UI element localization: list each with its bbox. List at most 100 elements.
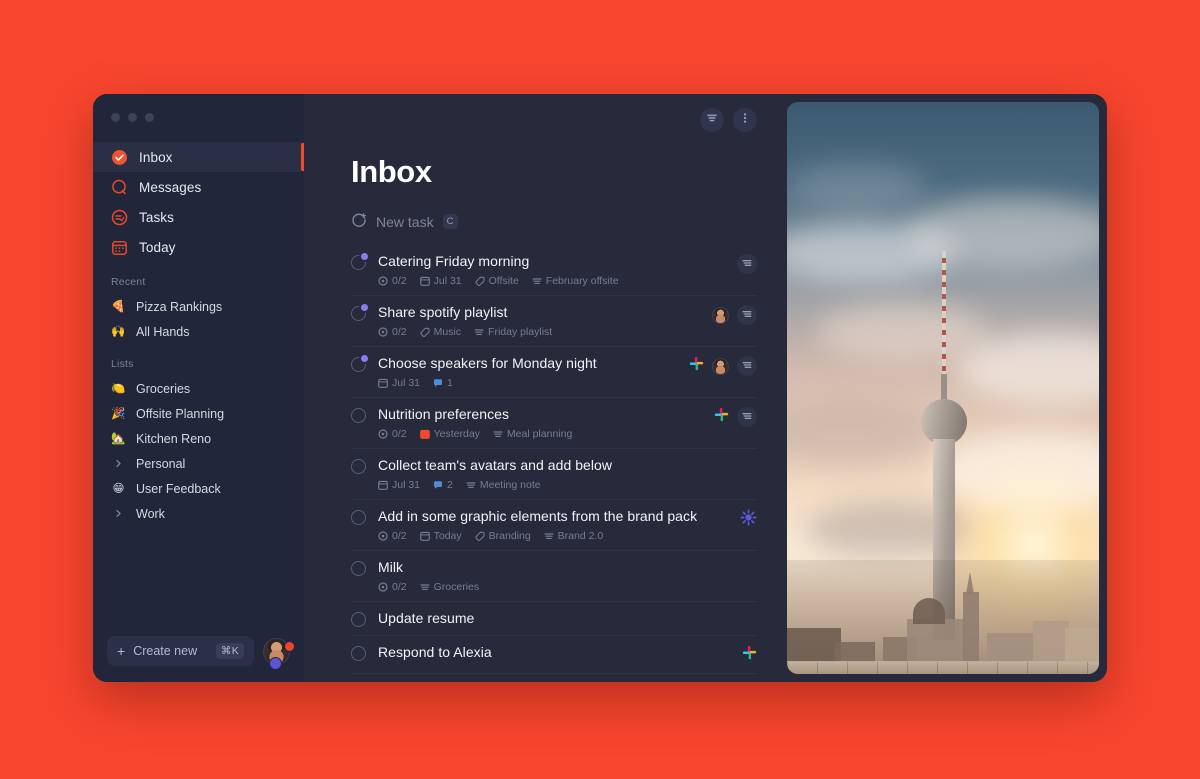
task-meta-label: Jul 31 bbox=[433, 275, 462, 287]
sidebar-item-tasks[interactable]: Tasks bbox=[93, 202, 304, 232]
slack-icon[interactable] bbox=[742, 645, 757, 665]
slack-icon[interactable] bbox=[714, 407, 729, 427]
chevron-right-icon[interactable] bbox=[111, 459, 126, 468]
task-meta-label: Today bbox=[433, 530, 462, 542]
task-meta: 0/2 Music Friday playlist bbox=[378, 326, 700, 338]
sidebar-recent-pizza-rankings[interactable]: 🍕 Pizza Rankings bbox=[93, 294, 304, 319]
sidebar-item-inbox[interactable]: Inbox bbox=[93, 142, 304, 172]
house-icon: 🏡 bbox=[111, 430, 126, 445]
task-body: Milk 0/2 Groceries bbox=[378, 559, 757, 593]
new-task-shortcut: C bbox=[442, 214, 458, 229]
sidebar-item-label: Tasks bbox=[139, 209, 175, 225]
add-task-circle-icon bbox=[351, 212, 367, 231]
task-meta-date: Jul 31 bbox=[419, 275, 462, 287]
tower-antenna-mast bbox=[941, 250, 946, 374]
task-meta-label: Music bbox=[433, 326, 462, 338]
sidebar: Inbox Messages Tasks Today Recent 🍕 Pizz… bbox=[93, 94, 304, 682]
task-body: Update resume bbox=[378, 610, 757, 627]
task-row[interactable]: Collect team's avatars and add below Jul … bbox=[351, 449, 757, 500]
task-checkbox[interactable] bbox=[351, 459, 366, 474]
task-meta-tag: Branding bbox=[475, 530, 531, 542]
row-menu-button[interactable] bbox=[737, 254, 757, 274]
row-menu-button[interactable] bbox=[737, 356, 757, 376]
subtask-icon bbox=[378, 582, 388, 592]
berlin-tv-tower-sunset-photo[interactable] bbox=[787, 102, 1099, 674]
sidebar-list-kitchen-reno[interactable]: 🏡 Kitchen Reno bbox=[93, 426, 304, 451]
grinning-face-icon: 😁 bbox=[112, 480, 125, 495]
task-row[interactable]: Share spotify playlist 0/2 Music Friday pla… bbox=[351, 296, 757, 347]
sidebar-list-offsite-planning[interactable]: 🎉 Offsite Planning bbox=[93, 401, 304, 426]
task-checkbox[interactable] bbox=[351, 408, 366, 423]
filter-button[interactable] bbox=[700, 108, 724, 132]
avatar[interactable] bbox=[263, 637, 295, 670]
more-options-button[interactable] bbox=[733, 108, 757, 132]
sidebar-item-messages[interactable]: Messages bbox=[93, 172, 304, 202]
task-title: Collect team's avatars and add below bbox=[378, 457, 613, 473]
new-task-button[interactable]: New task C bbox=[304, 190, 787, 231]
task-row[interactable]: Respond to Alexia bbox=[351, 636, 757, 674]
calendar-icon bbox=[378, 480, 388, 490]
page-title: Inbox bbox=[351, 154, 432, 189]
task-meta-tag: Offsite bbox=[475, 275, 519, 287]
task-row[interactable]: Choose speakers for Monday night Jul 31 1 bbox=[351, 347, 757, 398]
task-body: Add in some graphic elements from the br… bbox=[378, 508, 728, 542]
row-menu-icon bbox=[742, 357, 752, 375]
create-new-label: Create new bbox=[133, 644, 198, 658]
task-row[interactable]: Milk 0/2 Groceries bbox=[351, 551, 757, 602]
task-checkbox[interactable] bbox=[351, 612, 366, 627]
slack-icon[interactable] bbox=[689, 356, 704, 376]
row-menu-button[interactable] bbox=[737, 305, 757, 325]
chevron-right-icon[interactable] bbox=[111, 509, 126, 518]
sidebar-item-today[interactable]: Today bbox=[93, 232, 304, 262]
task-meta-subtask: 0/2 bbox=[378, 581, 407, 593]
create-new-button[interactable]: + Create new ⌘K bbox=[107, 636, 254, 666]
task-title: Catering Friday morning bbox=[378, 253, 530, 269]
close-button[interactable] bbox=[111, 112, 120, 122]
task-body: Catering Friday morning 0/2 Jul 31 Offsite F… bbox=[378, 253, 725, 287]
task-meta-label: 0/2 bbox=[392, 530, 407, 542]
inbox-check-icon bbox=[111, 149, 128, 166]
task-meta: 0/2 Jul 31 Offsite February offsite bbox=[378, 275, 725, 287]
sidebar-list-user-feedback[interactable]: 😁 User Feedback bbox=[93, 476, 304, 501]
task-meta-label: Jul 31 bbox=[392, 377, 421, 389]
task-meta-subtask: 0/2 bbox=[378, 326, 407, 338]
task-checkbox[interactable] bbox=[351, 304, 368, 321]
task-row-actions bbox=[689, 356, 757, 376]
assignee-avatar[interactable] bbox=[712, 306, 729, 324]
task-checkbox[interactable] bbox=[351, 355, 368, 372]
sparkle-icon[interactable] bbox=[740, 509, 757, 531]
list-icon bbox=[532, 276, 542, 286]
task-body: Choose speakers for Monday night Jul 31 1 bbox=[378, 355, 677, 389]
task-meta-overdue: Yesterday bbox=[419, 428, 480, 440]
task-row[interactable]: Add in some graphic elements from the br… bbox=[351, 500, 757, 551]
task-title: Add in some graphic elements from the br… bbox=[378, 508, 698, 524]
task-meta-comment: 1 bbox=[433, 377, 453, 389]
sidebar-item-label: Messages bbox=[139, 179, 202, 195]
task-meta-subtask: 0/2 bbox=[378, 428, 407, 440]
minimize-button[interactable] bbox=[128, 112, 137, 122]
task-meta-list: February offsite bbox=[532, 275, 619, 287]
task-title: Respond to Alexia bbox=[378, 644, 492, 660]
row-menu-button[interactable] bbox=[737, 407, 757, 427]
task-meta-label: 1 bbox=[447, 377, 453, 389]
sidebar-list-groceries[interactable]: 🍋 Groceries bbox=[93, 376, 304, 401]
comment-icon bbox=[433, 378, 443, 388]
task-meta-label: 2 bbox=[447, 479, 453, 491]
task-checkbox[interactable] bbox=[351, 253, 368, 270]
task-checkbox[interactable] bbox=[351, 646, 366, 661]
sidebar-list-work[interactable]: Work bbox=[93, 501, 304, 526]
sidebar-list-personal[interactable]: Personal bbox=[93, 451, 304, 476]
sidebar-recent-all-hands[interactable]: 🙌 All Hands bbox=[93, 319, 304, 344]
task-meta-subtask: 0/2 bbox=[378, 275, 407, 287]
task-row[interactable]: Nutrition preferences 0/2 Yesterday Meal pl… bbox=[351, 398, 757, 449]
task-checkbox[interactable] bbox=[351, 510, 366, 525]
zoom-button[interactable] bbox=[145, 112, 154, 122]
task-checkbox[interactable] bbox=[351, 561, 366, 576]
assignee-avatar[interactable] bbox=[712, 357, 729, 375]
task-meta-label: Yesterday bbox=[433, 428, 480, 440]
tower-mast-base bbox=[940, 373, 947, 403]
task-meta-label: Meal planning bbox=[506, 428, 573, 440]
task-row[interactable]: Update resume bbox=[351, 602, 757, 636]
cloud bbox=[817, 302, 987, 360]
task-row[interactable]: Catering Friday morning 0/2 Jul 31 Offsite F… bbox=[351, 245, 757, 296]
